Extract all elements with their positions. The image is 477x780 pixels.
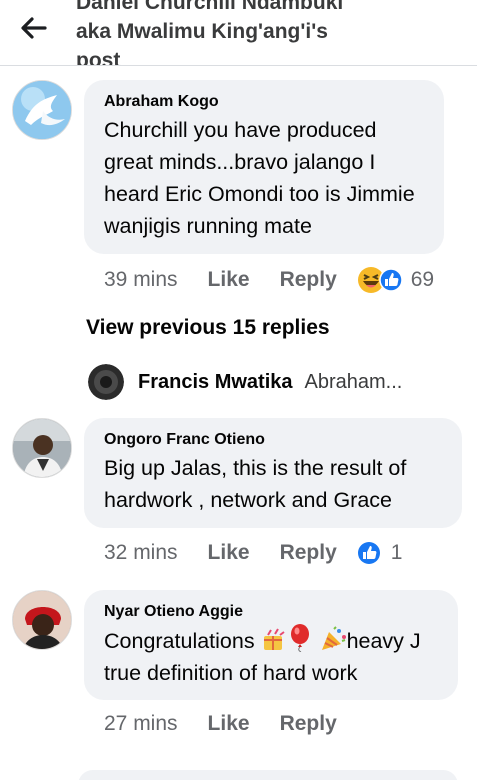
avatar[interactable] [12,80,72,140]
back-button[interactable] [14,10,54,46]
reply-button[interactable]: Reply [280,541,337,565]
reply-button[interactable]: Reply [280,268,337,292]
comment-time: 32 mins [104,541,178,564]
comment-text: Big up Jalas, this is the result of hard… [104,456,407,512]
like-reaction-icon [357,542,380,564]
dove-avatar-image [13,81,71,139]
comment-time: 27 mins [104,712,178,735]
comment-text: Congratulations heavy J true definition … [104,624,438,689]
comment-text: Churchill you have produced great minds.… [104,118,415,238]
like-button[interactable]: Like [208,268,250,292]
title-line-1: Daniel Churchill Ndambuki [76,0,344,14]
page-title: Daniel Churchill Ndambuki aka Mwalimu Ki… [76,0,456,66]
comment-bubble: Ongoro Franc Otieno Big up Jalas, this i… [84,418,462,528]
reply-text: Abraham... [304,370,403,393]
comment-author[interactable]: Nyar Otieno Aggie [104,602,438,622]
confetti-emoji-icon [263,628,285,650]
comment-author[interactable]: Ongoro Franc Otieno [104,430,442,450]
comment-bubble: Abraham Kogo Churchill you have produced… [84,80,444,254]
reply-author: Francis Mwatika [138,370,293,393]
arrow-left-icon [21,17,47,39]
profile-photo [13,419,71,477]
reaction-count: 69 [410,268,435,291]
avatar [88,364,124,400]
view-previous-replies-link[interactable]: View previous 15 replies [86,316,330,340]
post-header: Daniel Churchill Ndambuki aka Mwalimu Ki… [0,0,477,66]
reply-preview[interactable]: Francis Mwatika Abraham... [88,364,402,400]
comment-author[interactable]: Abraham Kogo [104,92,424,112]
profile-photo [13,591,71,649]
like-button[interactable]: Like [208,541,250,565]
next-comment-bubble [78,770,458,780]
avatar[interactable] [12,590,72,650]
title-line-2: aka Mwalimu King'ang'i's [76,20,328,43]
comment-bubble: Nyar Otieno Aggie Congratulations heavy … [84,590,458,700]
balloon-emoji-icon [290,624,309,653]
reactions[interactable]: 69 [357,266,434,294]
like-reaction-icon [379,268,403,292]
party-popper-emoji-icon [321,626,346,650]
title-line-3: post [76,49,121,66]
comment-text-part-1: Congratulations [104,629,261,653]
comment-meta: 39 mins Like Reply 69 [104,266,460,294]
like-button[interactable]: Like [208,712,250,736]
comment-time: 39 mins [104,268,178,291]
avatar[interactable] [12,418,72,478]
comment-meta: 27 mins Like Reply [104,712,460,736]
reaction-count: 1 [390,541,403,564]
reply-button[interactable]: Reply [280,712,337,736]
reactions[interactable]: 1 [357,541,403,565]
comment-meta: 32 mins Like Reply 1 [104,541,460,565]
